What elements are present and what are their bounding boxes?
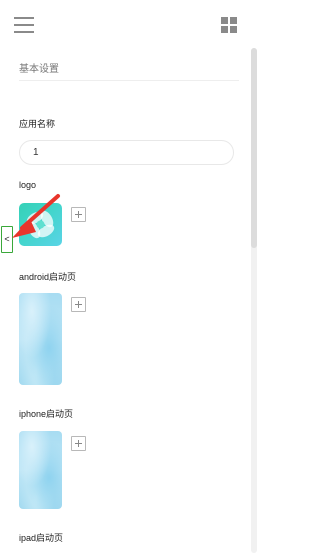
add-android-splash-button[interactable] (71, 297, 86, 312)
grid-apps-icon[interactable] (221, 17, 237, 33)
scrollbar[interactable] (251, 48, 257, 553)
iphone-splash-label: iphone启动页 (19, 409, 74, 419)
add-iphone-splash-button[interactable] (71, 436, 86, 451)
hamburger-menu-icon[interactable] (14, 17, 34, 33)
logo-image[interactable] (19, 203, 62, 246)
logo-pinwheel-icon (26, 210, 55, 239)
scrollbar-thumb[interactable] (251, 48, 257, 248)
section-title: 基本设置 (19, 64, 59, 75)
top-bar (0, 0, 259, 50)
ipad-splash-label: ipad启动页 (19, 533, 64, 543)
logo-label: logo (19, 180, 37, 190)
android-splash-image[interactable] (19, 293, 62, 385)
side-collapse-toggle[interactable]: < (1, 226, 13, 253)
app-name-label: 应用名称 (19, 119, 56, 129)
iphone-splash-image[interactable] (19, 431, 62, 509)
add-logo-button[interactable] (71, 207, 86, 222)
app-name-input[interactable] (19, 140, 234, 165)
section-divider (19, 80, 239, 81)
android-splash-label: android启动页 (19, 272, 77, 282)
